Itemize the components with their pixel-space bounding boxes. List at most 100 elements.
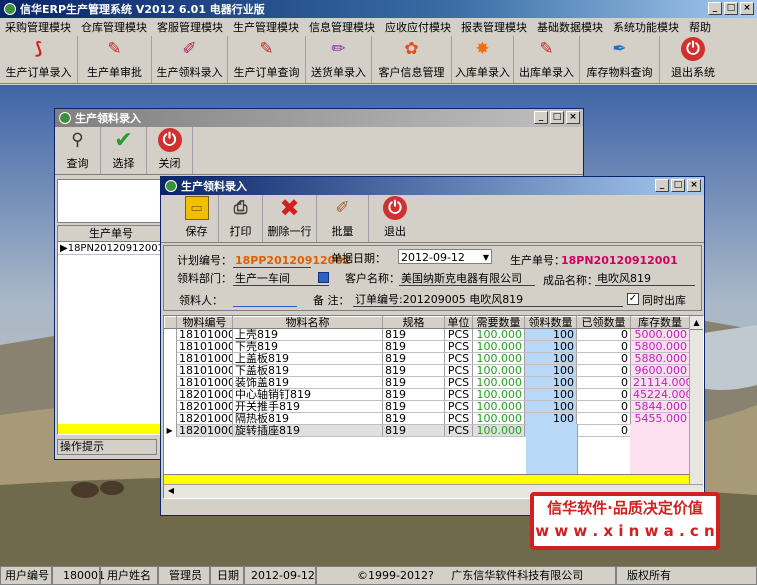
product-field[interactable]: 电吹风819	[595, 271, 695, 286]
minimize-icon[interactable]: _	[534, 111, 548, 124]
header-indicator	[164, 316, 177, 329]
col-stock-qty[interactable]: 库存数量	[630, 316, 690, 329]
main-title-bar: 信华ERP生产管理系统 V2012 6.01 电器行业版 _ □ ×	[0, 0, 757, 18]
minimize-icon[interactable]: _	[708, 2, 722, 15]
cell-need-qty: 100.000	[472, 376, 525, 389]
minimize-icon[interactable]: _	[655, 179, 669, 192]
back-grid-row[interactable]: ▶18PN20120912001	[58, 242, 164, 255]
cell-spec: 819	[382, 400, 445, 413]
menu-production[interactable]: 生产管理模块	[228, 19, 304, 35]
prod-no-label: 生产单号：	[510, 254, 565, 267]
menu-warehouse[interactable]: 仓库管理模块	[76, 19, 152, 35]
col-spec[interactable]: 规格	[382, 316, 445, 329]
toolbar-prod-order-entry[interactable]: ⟆ 生产订单录入	[0, 36, 78, 83]
power-icon: ⏻	[157, 128, 182, 152]
cell-pick-qty[interactable]: 100	[524, 364, 577, 377]
lookup-icon[interactable]	[318, 272, 329, 283]
exit-button[interactable]: ⏻ 退出	[369, 195, 421, 242]
menu-service[interactable]: 客服管理模块	[152, 19, 228, 35]
table-row[interactable]: 1820100001中心轴销钉819819PCS100.000100045224…	[164, 388, 690, 401]
vertical-scrollbar[interactable]: ▲	[689, 316, 703, 484]
close-icon[interactable]: ×	[566, 111, 580, 124]
scroll-up-icon[interactable]: ▲	[690, 316, 703, 330]
picker-field[interactable]	[233, 292, 297, 307]
query-label: 查询	[66, 157, 89, 170]
close-icon[interactable]: ×	[740, 2, 754, 15]
power-icon: ⏻	[383, 196, 407, 220]
menu-reports[interactable]: 报表管理模块	[456, 19, 532, 35]
maximize-icon[interactable]: □	[724, 2, 738, 15]
scroll-left-icon[interactable]: ◀	[164, 485, 178, 497]
col-material-no[interactable]: 物料编号	[176, 316, 233, 329]
plan-no-field[interactable]: 18PP20120912001	[233, 253, 351, 268]
cell-pick-qty[interactable]: 100	[524, 376, 577, 389]
cell-need-qty: 100.000	[472, 328, 525, 341]
stock-out-checkbox[interactable]: ✓	[627, 293, 639, 305]
banner-line1: 信华软件·品质决定价值	[547, 499, 703, 517]
cell-unit: PCS	[444, 364, 473, 377]
table-row[interactable]: 1810100001上壳819819PCS100.00010005000.000	[164, 328, 690, 341]
close-icon[interactable]: ×	[687, 179, 701, 192]
toolbar-stock-in-entry[interactable]: ✸ 入库单录入	[452, 36, 514, 83]
cell-pick-qty[interactable]: 100	[524, 412, 577, 425]
toolbar-stock-out-entry[interactable]: ✎ 出库单录入	[514, 36, 580, 83]
table-row[interactable]: ▶1820100004旋转插座819819PCS100.00010005654.…	[164, 424, 690, 437]
toolbar-prod-approve[interactable]: ✎ 生产单审批	[78, 36, 152, 83]
cell-unit: PCS	[444, 400, 473, 413]
toolbar-stock-query[interactable]: ✒ 库存物料查询	[580, 36, 660, 83]
note-field[interactable]: 订单编号:201209005 电吹风819	[353, 292, 623, 307]
customer-field[interactable]: 美国纳斯克电器有限公司	[399, 271, 535, 286]
table-row[interactable]: 1810100002下壳819819PCS100.00010005800.000	[164, 340, 690, 353]
close-label: 关闭	[158, 157, 181, 170]
table-row[interactable]: 1810100005装饰盖819819PCS100.000100021114.0…	[164, 376, 690, 389]
cell-pick-qty[interactable]: 100	[524, 400, 577, 413]
toolbar-exit[interactable]: ⏻ 退出系统	[660, 36, 726, 83]
table-row[interactable]: 1820100002开关推手819819PCS100.00010005844.0…	[164, 400, 690, 413]
dept-field[interactable]: 生产一车间	[233, 271, 329, 286]
cell-stock-qty: 21114.000	[630, 376, 690, 389]
col-unit[interactable]: 单位	[444, 316, 473, 329]
row-indicator	[164, 364, 177, 377]
maximize-icon[interactable]: □	[671, 179, 685, 192]
menu-purchase[interactable]: 采购管理模块	[0, 19, 76, 35]
toolbar-delivery-entry[interactable]: ✏ 送货单录入	[306, 36, 372, 83]
back-window-title-bar[interactable]: 生产领料录入 _ □ ×	[55, 109, 583, 127]
star-burst-icon: ✸	[475, 39, 490, 59]
col-material-name[interactable]: 物料名称	[232, 316, 383, 329]
table-row[interactable]: 1820100003隔热板819819PCS100.00010005455.00…	[164, 412, 690, 425]
cell-need-qty: 100.000	[472, 364, 525, 377]
toolbar-customer-info[interactable]: ✿ 客户信息管理	[372, 36, 452, 83]
front-window-title-bar[interactable]: 生产领料录入 _ □ ×	[161, 177, 704, 195]
menu-payables[interactable]: 应收应付模块	[380, 19, 456, 35]
batch-button[interactable]: ✐ 批量	[317, 195, 369, 242]
delete-row-button[interactable]: ✖ 删除一行	[263, 194, 317, 242]
toolbar-prod-order-query[interactable]: ✎ 生产订单查询	[228, 36, 306, 83]
menu-help[interactable]: 帮助	[684, 19, 716, 35]
close-button[interactable]: ⏻ 关闭	[147, 127, 193, 174]
cell-pick-qty[interactable]: 100	[524, 352, 577, 365]
date-picker[interactable]: 2012-09-12 ▼	[398, 249, 492, 264]
cell-pick-qty[interactable]: 100	[524, 340, 577, 353]
menu-info[interactable]: 信息管理模块	[304, 19, 380, 35]
cell-need-qty: 100.000	[472, 412, 525, 425]
status-user-name: 管理员	[158, 566, 210, 585]
table-row[interactable]: 1810100003上盖板819819PCS100.00010005880.00…	[164, 352, 690, 365]
table-row[interactable]: 1810100004下盖板819819PCS100.00010009600.00…	[164, 364, 690, 377]
status-user-no-label: 用户编号	[0, 566, 52, 585]
cell-material-no: 1810100004	[176, 364, 233, 377]
col-pick-qty[interactable]: 领料数量	[524, 316, 577, 329]
menu-system[interactable]: 系统功能模块	[608, 19, 684, 35]
row-indicator	[164, 352, 177, 365]
query-button[interactable]: ⚲ 查询	[55, 127, 101, 174]
save-button[interactable]: ▭ 保存	[175, 195, 219, 242]
maximize-icon[interactable]: □	[550, 111, 564, 124]
print-button[interactable]: ⎙ 打印	[219, 195, 263, 242]
col-need-qty[interactable]: 需要数量	[472, 316, 525, 329]
select-button[interactable]: ✔ 选择	[101, 127, 147, 174]
toolbar-material-entry[interactable]: ✐ 生产领料录入	[152, 36, 228, 83]
menu-basedata[interactable]: 基础数据模块	[532, 19, 608, 35]
col-picked-qty[interactable]: 已领数量	[576, 316, 631, 329]
cell-pick-qty[interactable]: 100	[524, 328, 577, 341]
cell-pick-qty[interactable]: 100	[524, 388, 577, 401]
chevron-down-icon[interactable]: ▼	[483, 250, 489, 265]
